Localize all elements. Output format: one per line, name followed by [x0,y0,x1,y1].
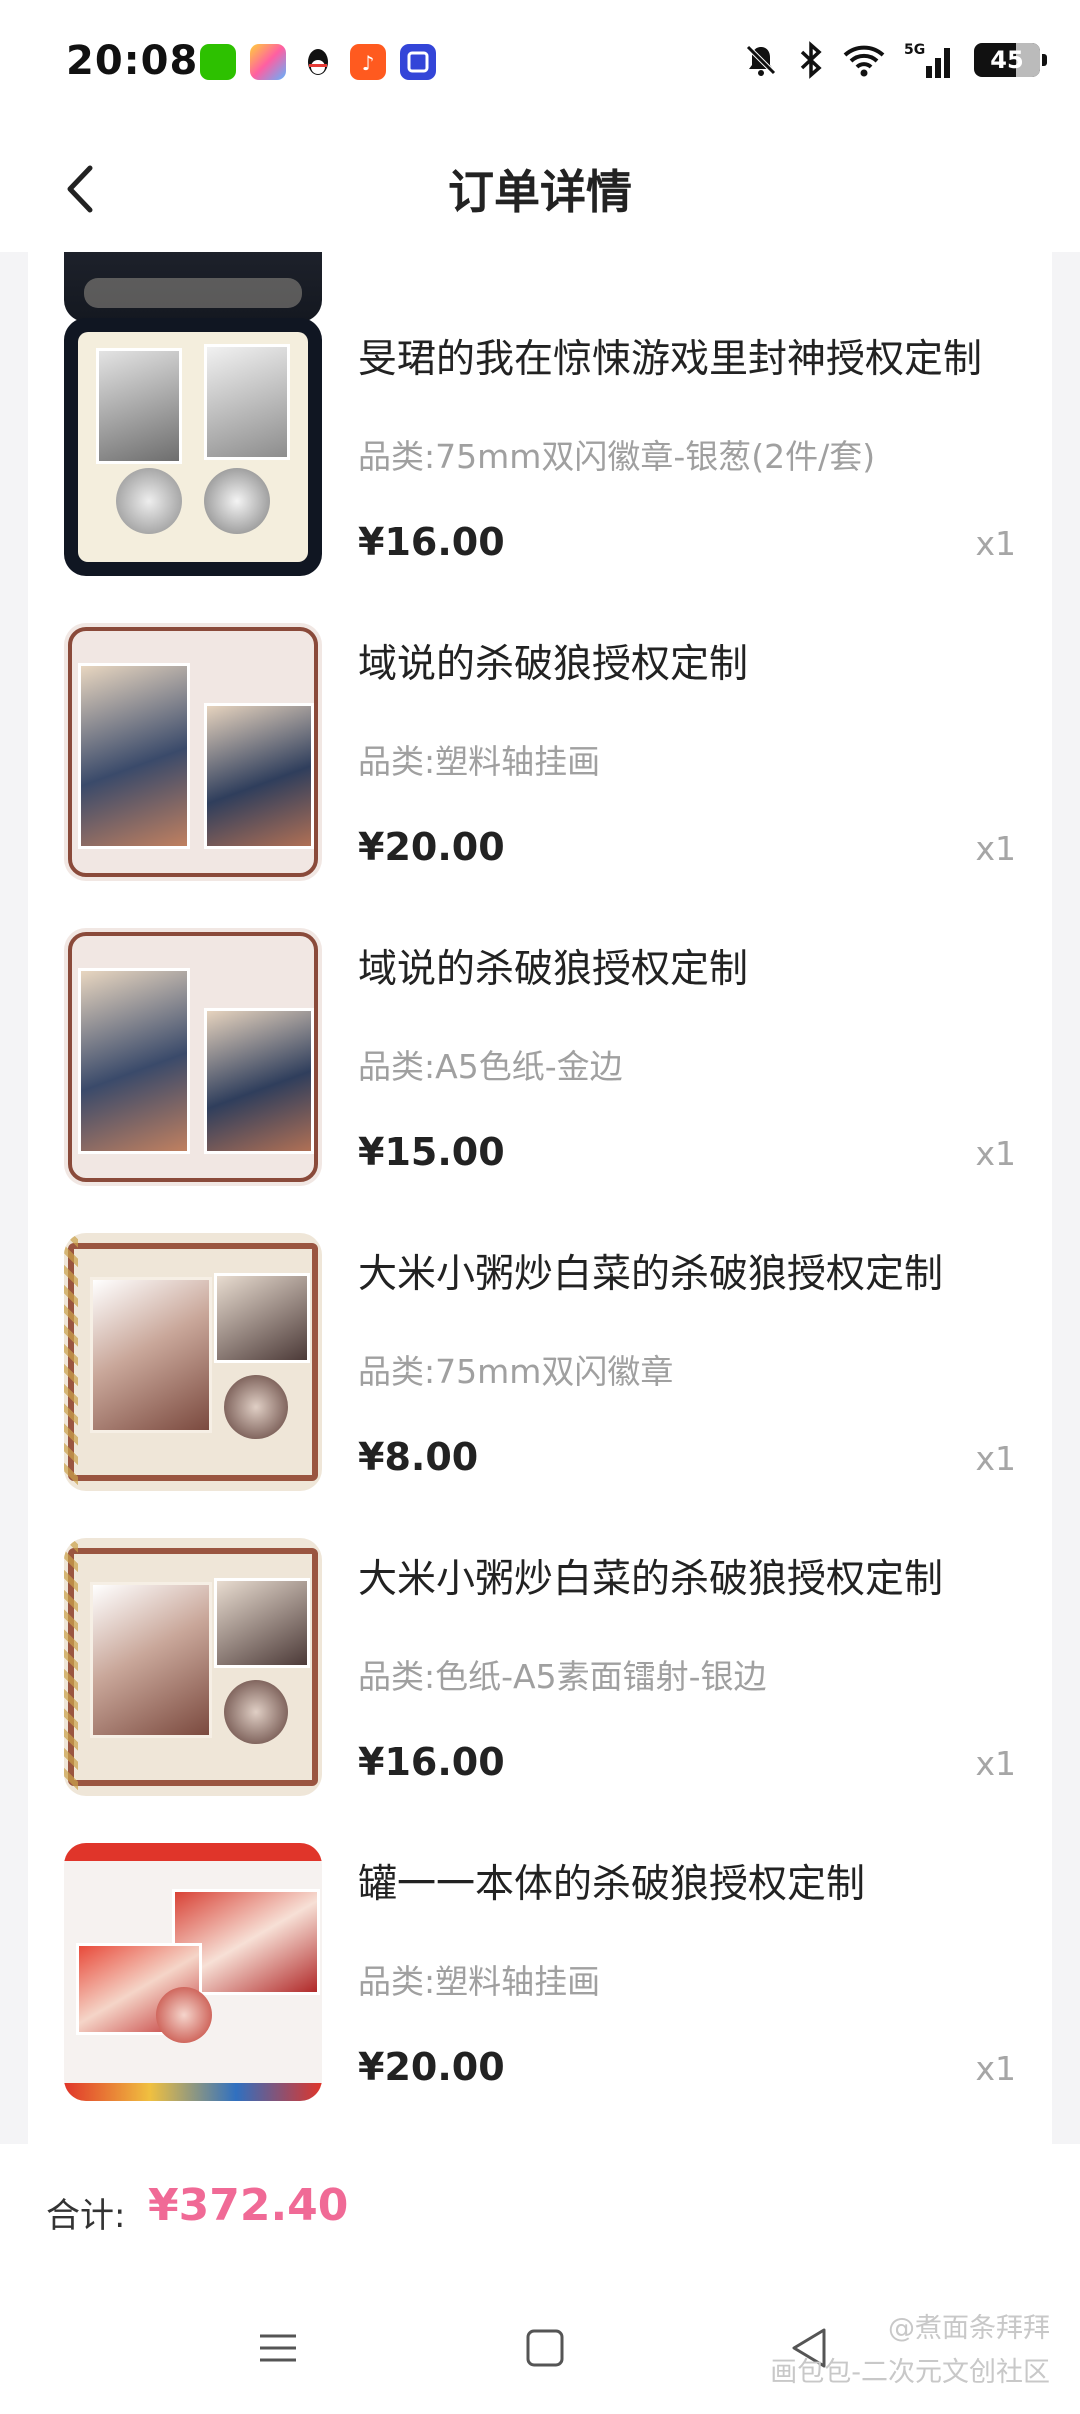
product-price: ¥20.00 [358,825,505,869]
product-title: 大米小粥炒白菜的杀破狼授权定制 [358,1252,944,1297]
product-spec: 品类:A5色纸-金边 [358,1047,623,1086]
product-price: ¥16.00 [358,1740,505,1784]
product-quantity: x1 [975,829,1016,868]
product-quantity: x1 [975,1744,1016,1783]
product-quantity: x1 [975,1439,1016,1478]
product-quantity: x1 [975,1134,1016,1173]
order-items-list: 旻珺的我在惊悚游戏里封神授权定制 品类:75mm双闪徽章-银葱(2件/套) ¥1… [28,252,1052,2144]
qq-icon [300,44,336,80]
svg-text:5G: 5G [904,42,925,58]
product-thumbnail[interactable] [64,928,322,1186]
status-bar: 20:08 ♪ 5G 45 [0,0,1080,126]
order-total-bar: 合计: ¥372.40 [0,2144,1080,2278]
top-app-bar: 订单详情 [0,126,1080,252]
product-spec: 品类:75mm双闪徽章-银葱(2件/套) [358,437,876,476]
svg-text:♪: ♪ [362,51,375,75]
product-thumbnail[interactable] [64,1843,322,2101]
battery-icon: 45 [974,43,1047,77]
product-price: ¥15.00 [358,1130,505,1174]
list-item[interactable]: 大米小粥炒白菜的杀破狼授权定制 品类:色纸-A5素面镭射-银边 ¥16.00 x… [28,1538,1052,1800]
product-price: ¥8.00 [358,1435,479,1479]
system-navigation-bar: @煮面条拜拜 画包包-二次元文创社区 [0,2278,1080,2414]
product-thumbnail[interactable] [64,1538,322,1796]
home-square-icon [526,2329,564,2367]
product-spec: 品类:色纸-A5素面镭射-银边 [358,1657,767,1696]
wechat-icon [200,44,236,80]
home-button[interactable] [515,2318,575,2378]
product-title: 大米小粥炒白菜的杀破狼授权定制 [358,1557,944,1602]
total-amount: ¥372.40 [148,2180,349,2231]
list-item[interactable]: 旻珺的我在惊悚游戏里封神授权定制 品类:75mm双闪徽章-银葱(2件/套) ¥1… [28,318,1052,580]
5g-signal-icon: 5G [904,42,950,78]
product-title: 旻珺的我在惊悚游戏里封神授权定制 [358,337,983,382]
product-thumbnail-partial [64,252,322,322]
app-icon [250,44,286,80]
product-thumbnail[interactable] [64,318,322,576]
list-item[interactable]: 域说的杀破狼授权定制 品类:A5色纸-金边 ¥15.00 x1 [28,928,1052,1190]
total-label: 合计: [46,2196,126,2236]
listen-app-icon: ♪ [350,44,386,80]
product-title: 域说的杀破狼授权定制 [358,642,749,687]
product-thumbnail[interactable] [64,1233,322,1491]
product-price: ¥16.00 [358,520,505,564]
square-app-icon [400,44,436,80]
product-spec: 品类:塑料轴挂画 [358,742,601,781]
watermark-site: 画包包-二次元文创社区 [770,2357,1050,2388]
page-title: 订单详情 [448,165,632,219]
product-quantity: x1 [975,2049,1016,2088]
product-price: ¥20.00 [358,2045,505,2089]
bluetooth-icon [800,41,822,79]
battery-level: 45 [990,46,1024,74]
product-quantity: x1 [975,524,1016,563]
product-thumbnail[interactable] [64,623,322,881]
list-item[interactable]: 罐一一本体的杀破狼授权定制 品类:塑料轴挂画 ¥20.00 x1 [28,1843,1052,2105]
mute-bell-icon [746,45,776,76]
system-icons: 5G 45 [742,40,1047,80]
product-title: 域说的杀破狼授权定制 [358,947,749,992]
list-item[interactable]: 大米小粥炒白菜的杀破狼授权定制 品类:75mm双闪徽章 ¥8.00 x1 [28,1233,1052,1495]
menu-icon [260,2334,296,2362]
menu-button[interactable] [248,2318,308,2378]
notification-icons: ♪ [200,44,436,80]
product-title: 罐一一本体的杀破狼授权定制 [358,1862,866,1907]
list-item[interactable]: 域说的杀破狼授权定制 品类:塑料轴挂画 ¥20.00 x1 [28,623,1052,885]
status-time: 20:08 [66,38,199,84]
product-spec: 品类:75mm双闪徽章 [358,1352,674,1391]
product-spec: 品类:塑料轴挂画 [358,1962,601,2001]
watermark-author: @煮面条拜拜 [888,2313,1050,2344]
wifi-icon [843,45,885,77]
